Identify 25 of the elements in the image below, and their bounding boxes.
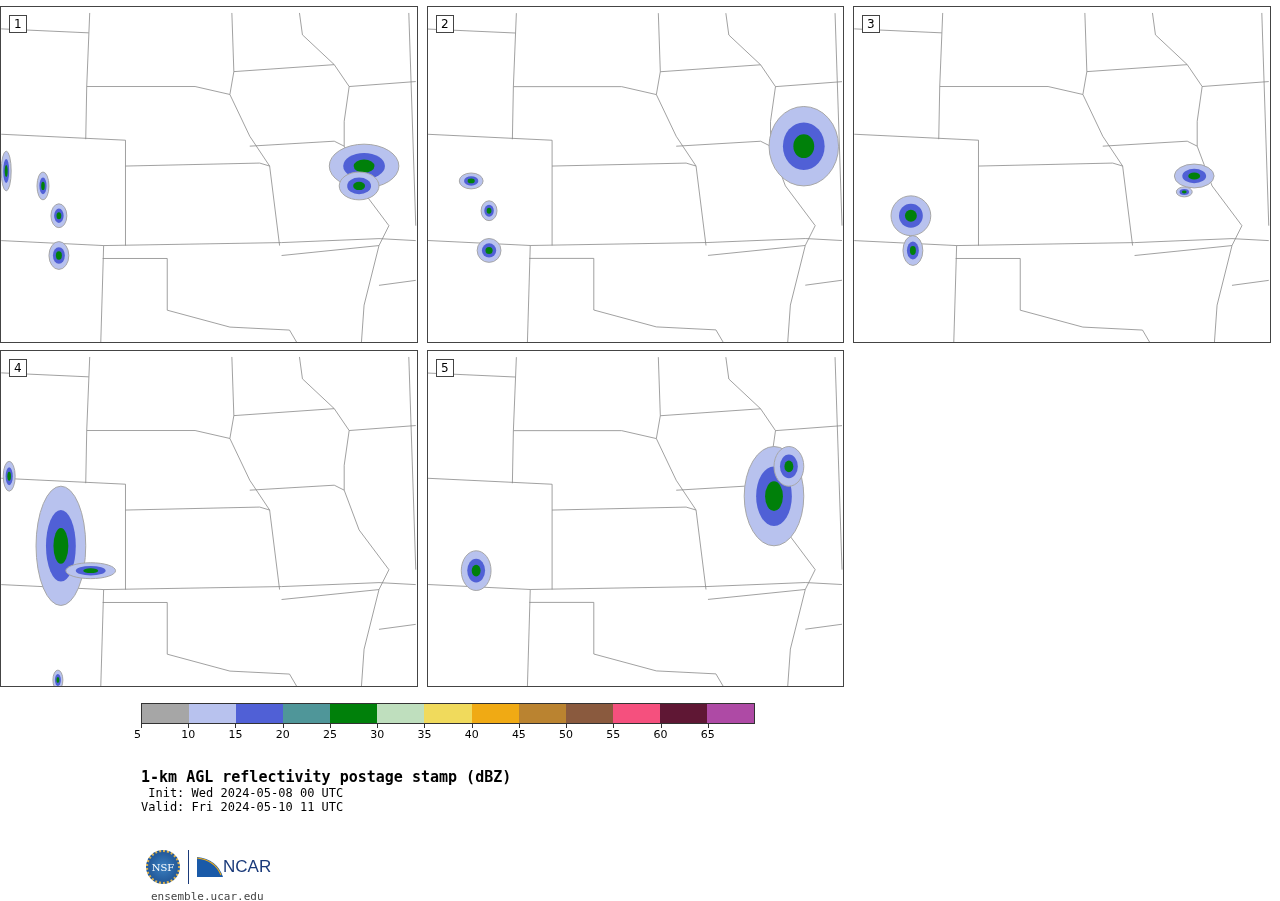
tick-label: 60 xyxy=(653,729,668,741)
tick-label: 20 xyxy=(275,729,290,741)
ncar-logo: NCAR xyxy=(223,857,272,877)
panel-number: 4 xyxy=(9,359,27,377)
plot-title: 1-km AGL reflectivity postage stamp (dBZ) xyxy=(141,768,513,786)
website-url: ensemble.ucar.edu xyxy=(151,890,265,901)
panel-number: 5 xyxy=(436,359,454,377)
init-time: Init: Wed 2024-05-08 00 UTC xyxy=(147,786,345,800)
tick-label: 40 xyxy=(464,729,479,741)
tick-label: 30 xyxy=(370,729,385,741)
panel-number: 3 xyxy=(862,15,880,33)
tick-label: 25 xyxy=(322,729,337,741)
tick-label: 10 xyxy=(181,729,196,741)
tick-label: 50 xyxy=(559,729,574,741)
panel-number: 2 xyxy=(436,15,454,33)
panel-number: 1 xyxy=(9,15,27,33)
valid-time: Valid: Fri 2024-05-10 11 UTC xyxy=(141,800,345,814)
tick-label: 5 xyxy=(134,729,141,741)
arc-logo-icon xyxy=(197,857,223,877)
tick-label: 65 xyxy=(700,729,715,741)
tick-label: 55 xyxy=(606,729,621,741)
nsf-logo: NSF xyxy=(146,850,180,884)
tick-label: 35 xyxy=(417,729,432,741)
tick-label: 45 xyxy=(511,729,526,741)
tick-label: 15 xyxy=(228,729,243,741)
